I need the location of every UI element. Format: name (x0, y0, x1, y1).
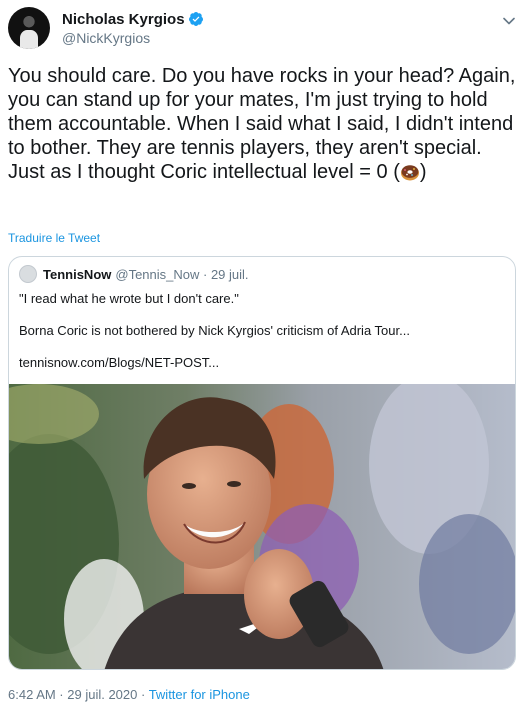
quoted-tweet[interactable]: TennisNow @Tennis_Now · 29 juil. "I read… (8, 256, 516, 670)
chevron-down-icon[interactable] (502, 14, 516, 28)
tweet-timestamp[interactable]: 6:42 AM · 29 juil. 2020 · (8, 687, 149, 702)
quoted-display-name[interactable]: TennisNow (43, 267, 111, 282)
tweet-text: You should care. Do you have rocks in yo… (8, 64, 520, 184)
translate-link[interactable]: Traduire le Tweet (8, 231, 100, 245)
quoted-handle-date[interactable]: @Tennis_Now · 29 juil. (115, 267, 248, 282)
tweet-header: Nicholas Kyrgios @NickKyrgios (8, 6, 204, 50)
quoted-photo[interactable] (9, 384, 515, 670)
tweet-body: You should care. Do you have rocks in yo… (8, 65, 516, 183)
tweet-source[interactable]: Twitter for iPhone (149, 687, 250, 702)
quoted-link[interactable]: tennisnow.com/Blogs/NET-POST... (19, 355, 219, 370)
quoted-headline: Borna Coric is not bothered by Nick Kyrg… (19, 323, 410, 338)
tweet-meta: 6:42 AM · 29 juil. 2020 · Twitter for iP… (8, 687, 250, 702)
quoted-quote-line: "I read what he wrote but I don't care." (19, 291, 239, 306)
author-handle[interactable]: @NickKyrgios (62, 30, 204, 46)
name-row: Nicholas Kyrgios (62, 11, 204, 28)
quoted-avatar[interactable] (19, 265, 37, 283)
author-block: Nicholas Kyrgios @NickKyrgios (62, 11, 204, 46)
author-display-name[interactable]: Nicholas Kyrgios (62, 11, 185, 28)
tweet-body-end: ) (419, 161, 427, 183)
tweet-card: Nicholas Kyrgios @NickKyrgios You should… (0, 0, 530, 709)
donut-emoji (400, 165, 419, 181)
avatar[interactable] (8, 7, 50, 49)
quoted-tweet-header: TennisNow @Tennis_Now · 29 juil. (19, 265, 249, 283)
verified-badge-icon (188, 12, 203, 26)
